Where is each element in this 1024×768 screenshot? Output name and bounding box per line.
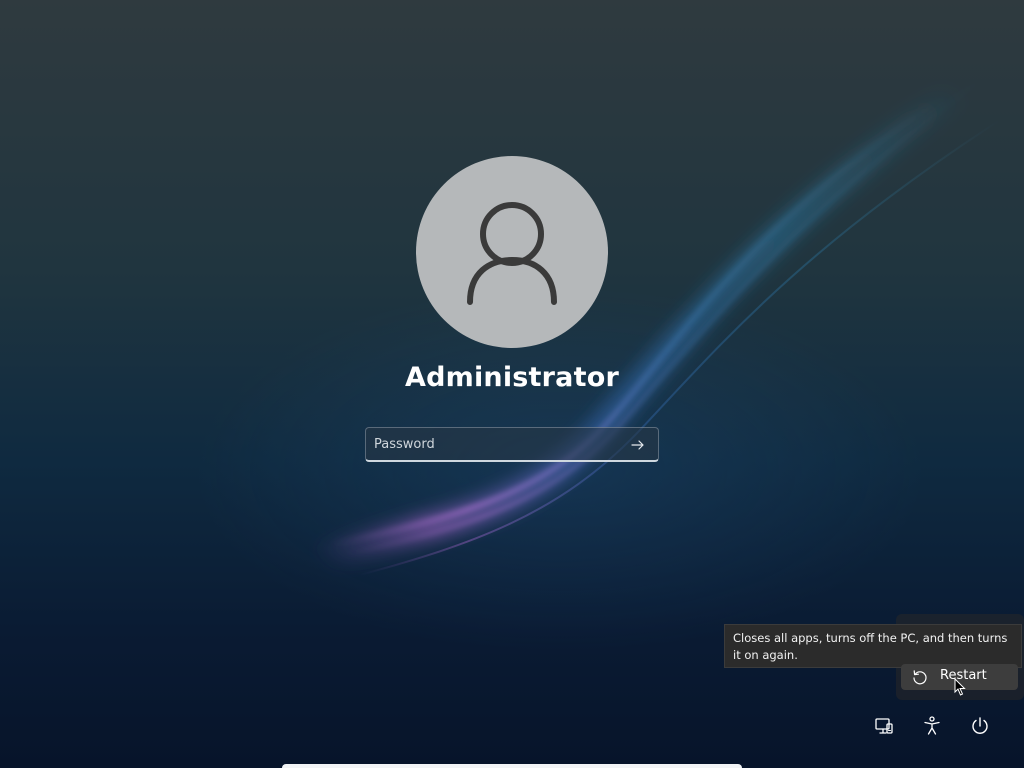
bottom-bar: [282, 764, 742, 768]
power-icon[interactable]: [968, 714, 992, 738]
username: Administrator: [405, 362, 619, 393]
restart-icon: [913, 670, 927, 685]
arrow-right-icon[interactable]: [630, 437, 646, 453]
person-icon: [467, 202, 557, 305]
accessibility-icon[interactable]: [920, 714, 944, 738]
mouse-cursor-icon: [954, 678, 966, 696]
restart-tooltip: Closes all apps, turns off the PC, and t…: [724, 624, 1022, 668]
user-avatar: [416, 156, 608, 348]
password-field[interactable]: [365, 427, 659, 462]
password-input[interactable]: [374, 428, 614, 461]
network-icon[interactable]: [872, 714, 896, 738]
